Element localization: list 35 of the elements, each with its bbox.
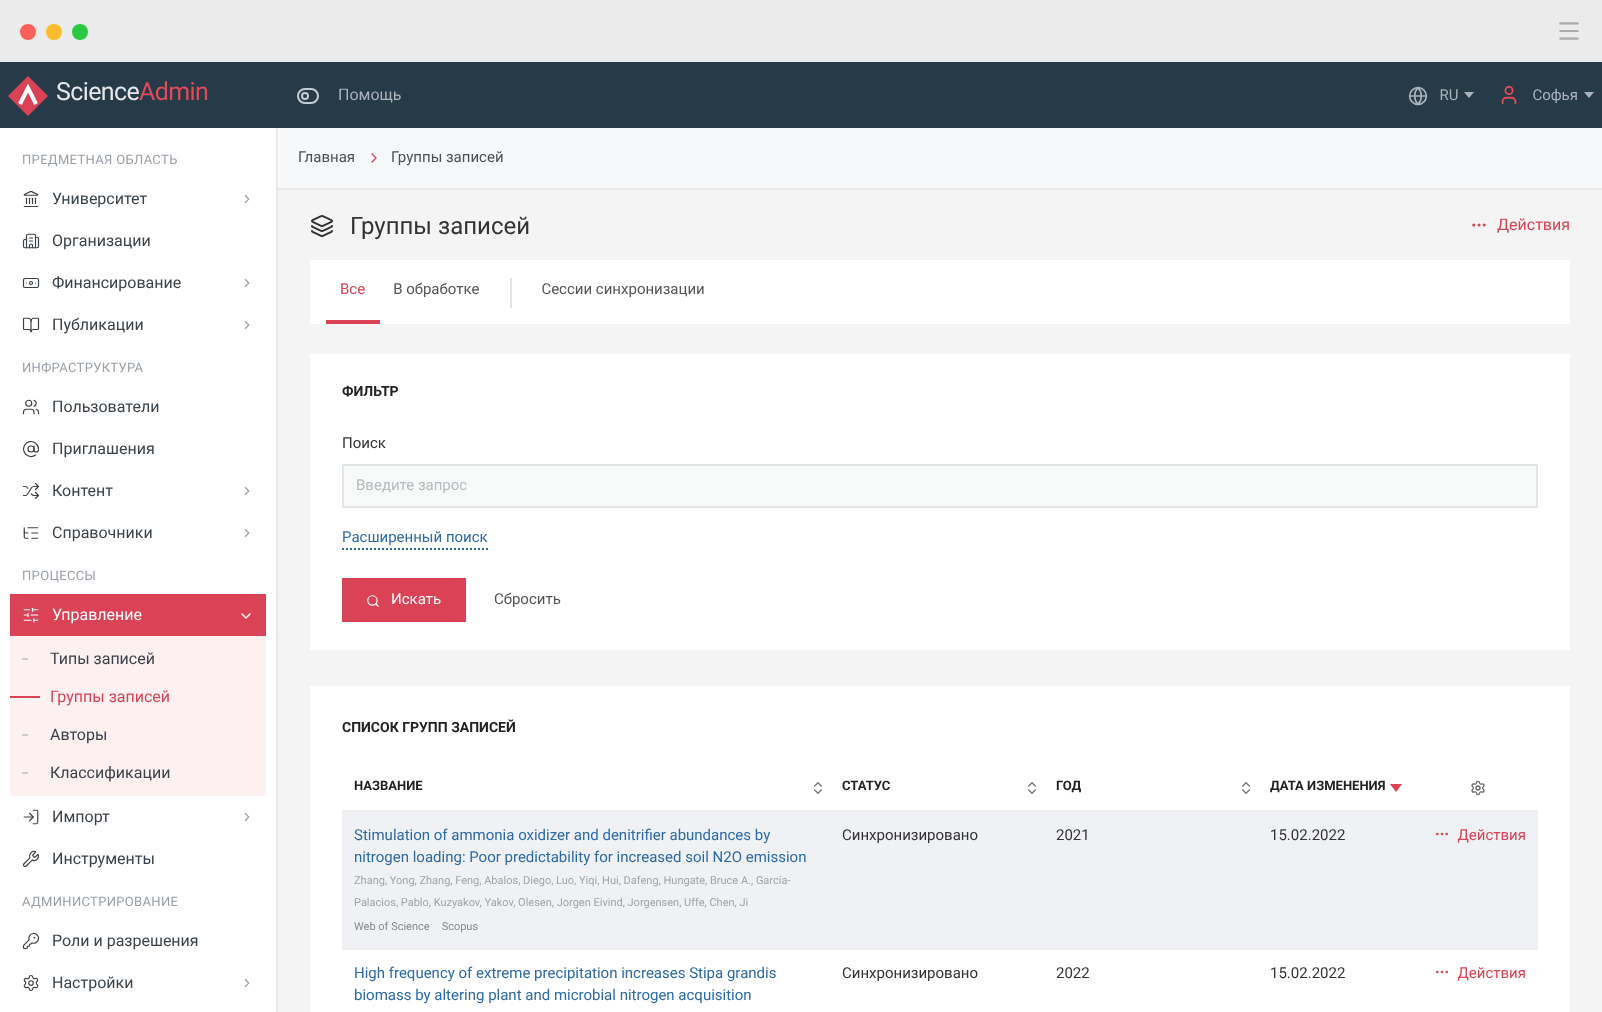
user-icon bbox=[1498, 84, 1521, 106]
sidebar-item[interactable]: Инструменты bbox=[10, 838, 266, 880]
layers-icon bbox=[310, 213, 334, 237]
sidebar-item[interactable]: Финансирование bbox=[10, 262, 266, 304]
sidebar-item[interactable]: Справочники bbox=[10, 512, 266, 554]
logo-icon bbox=[6, 73, 50, 117]
sidebar-item[interactable]: Пользователи bbox=[10, 386, 266, 428]
submenu-item[interactable]: Авторы bbox=[10, 716, 266, 754]
sidebar-item[interactable]: Университет bbox=[10, 178, 266, 220]
sidebar-item[interactable]: Настройки bbox=[10, 962, 266, 1004]
caret-down-icon bbox=[1584, 92, 1594, 98]
sort-icon[interactable] bbox=[810, 779, 826, 795]
submenu-item[interactable]: Группы записей bbox=[10, 678, 266, 716]
search-icon bbox=[366, 593, 381, 607]
actions-link[interactable]: Действия bbox=[1497, 213, 1570, 237]
sidebar-item[interactable]: Организации bbox=[10, 220, 266, 262]
sort-icon[interactable] bbox=[1238, 779, 1254, 795]
sidebar-item[interactable]: Роли и разрешения bbox=[10, 920, 266, 962]
globe-icon bbox=[1407, 85, 1428, 105]
sidebar-item[interactable]: Публикации bbox=[10, 304, 266, 346]
page-title: Группы записей bbox=[350, 209, 533, 243]
sort-icon[interactable] bbox=[1024, 779, 1040, 795]
sidebar-item[interactable]: Импорт bbox=[10, 796, 266, 838]
sidebar-item[interactable]: Приглашения bbox=[10, 428, 266, 470]
submenu-item[interactable]: Типы записей bbox=[10, 640, 266, 678]
sidebar-item[interactable]: Контент bbox=[10, 470, 266, 512]
sort-desc-icon[interactable] bbox=[1389, 783, 1402, 791]
brand-name: ScienceAdmin bbox=[56, 76, 209, 113]
table-row[interactable] bbox=[342, 809, 1538, 948]
settings-icon[interactable] bbox=[1470, 779, 1486, 795]
help-link[interactable]: Помощь bbox=[338, 83, 402, 107]
sidebar-item[interactable]: Управление bbox=[10, 594, 266, 636]
submenu-item[interactable]: Классификации bbox=[10, 754, 266, 792]
toggle-icon[interactable] bbox=[296, 83, 320, 107]
caret-down-icon bbox=[1464, 92, 1475, 98]
